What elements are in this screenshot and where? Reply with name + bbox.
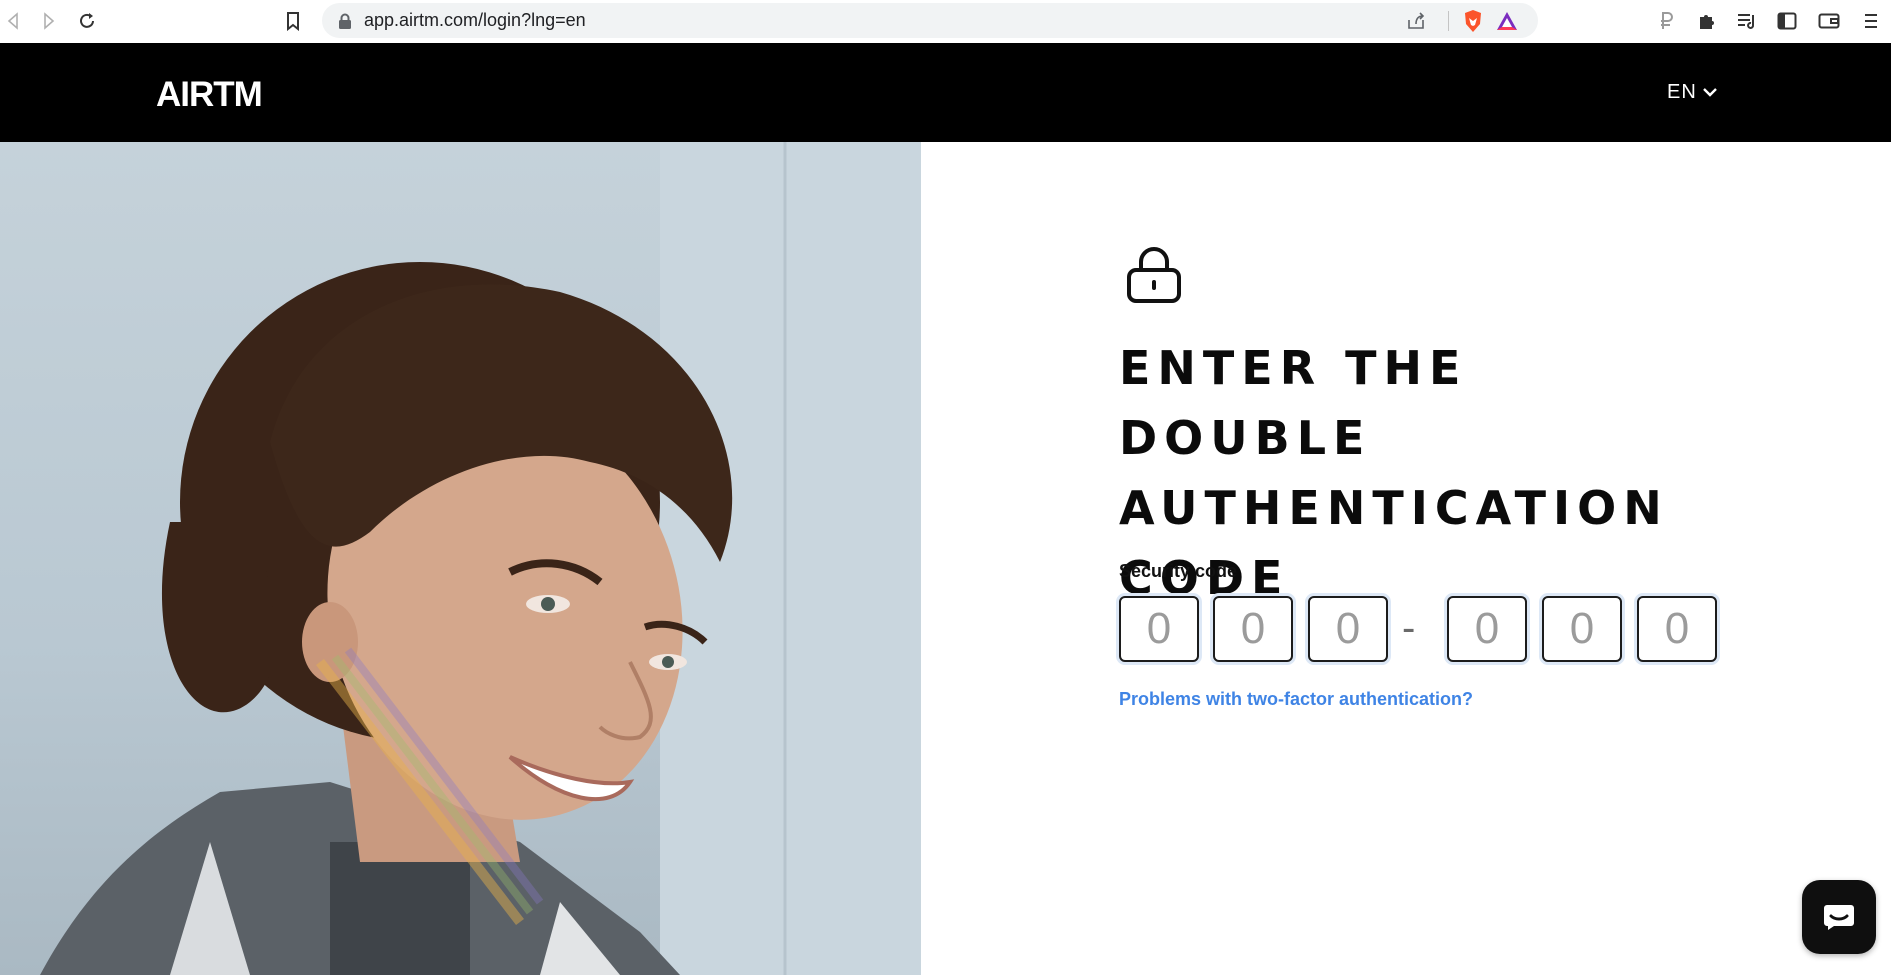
lock-icon — [1127, 247, 1181, 303]
security-code-label: Security code — [1119, 561, 1238, 581]
language-label: EN — [1667, 80, 1697, 103]
menu-icon — [1865, 14, 1877, 28]
sidebar-toggle-button[interactable] — [1772, 6, 1802, 36]
ruble-extension-button[interactable] — [1652, 6, 1682, 36]
chat-bubble-icon — [1824, 905, 1854, 930]
chat-widget-button[interactable] — [1802, 880, 1876, 954]
back-button[interactable] — [0, 7, 28, 35]
wallet-icon — [1818, 13, 1840, 29]
url-text[interactable]: app.airtm.com/login?lng=en — [364, 3, 586, 38]
brave-rewards-button[interactable] — [1493, 7, 1521, 35]
padlock-icon — [339, 13, 351, 29]
svg-text:AIRTM: AIRTM — [156, 75, 262, 113]
reload-button[interactable] — [73, 7, 101, 35]
security-code-inputs: - — [1119, 596, 1729, 668]
code-digit-2[interactable] — [1213, 596, 1293, 662]
browser-menu-button[interactable] — [1856, 6, 1886, 36]
chevron-down-icon — [1702, 88, 1717, 97]
code-digit-6[interactable] — [1637, 596, 1717, 662]
bookmark-button[interactable] — [279, 7, 307, 35]
back-arrow-icon — [7, 12, 18, 30]
code-digit-4[interactable] — [1447, 596, 1527, 662]
ruble-extension-icon — [1661, 12, 1673, 29]
code-digit-3[interactable] — [1308, 596, 1388, 662]
brave-rewards-icon — [1497, 12, 1517, 30]
address-bar[interactable]: app.airtm.com/login?lng=en — [322, 3, 1538, 38]
forward-arrow-icon — [44, 12, 55, 30]
code-separator: - — [1402, 606, 1416, 650]
forward-button[interactable] — [34, 7, 62, 35]
extensions-button[interactable] — [1692, 6, 1722, 36]
share-button[interactable] — [1402, 7, 1430, 35]
media-queue-icon — [1738, 14, 1754, 29]
bookmark-icon — [287, 12, 299, 31]
brave-shields-button[interactable] — [1459, 7, 1487, 35]
media-queue-button[interactable] — [1732, 6, 1762, 36]
language-selector[interactable]: EN — [1667, 79, 1717, 105]
sidebar-icon — [1777, 12, 1797, 30]
code-digit-1[interactable] — [1119, 596, 1199, 662]
reload-icon — [80, 13, 94, 28]
brave-shield-icon — [1465, 10, 1481, 32]
share-icon — [1408, 12, 1425, 29]
two-factor-help-link[interactable]: Problems with two-factor authentication? — [1119, 689, 1473, 710]
wallet-button[interactable] — [1814, 6, 1844, 36]
puzzle-extensions-icon — [1700, 15, 1714, 29]
airtm-logo[interactable]: AIRTM — [156, 73, 280, 113]
browser-toolbar: app.airtm.com/login?lng=en — [0, 0, 1891, 44]
site-header: AIRTM EN — [0, 43, 1891, 142]
hero-photo — [0, 142, 921, 975]
person-portrait-illustration — [40, 142, 921, 975]
code-digit-5[interactable] — [1542, 596, 1622, 662]
omnibox-divider — [1448, 11, 1449, 31]
